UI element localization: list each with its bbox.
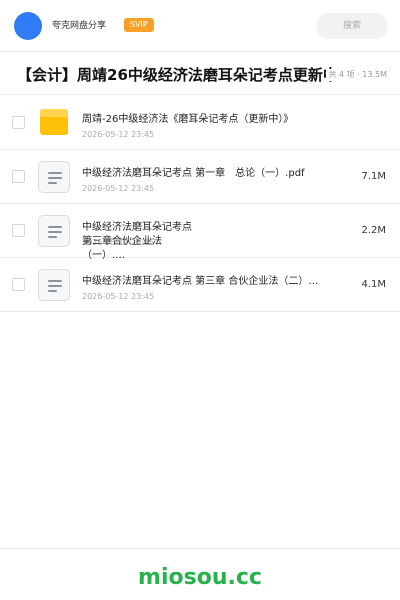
- select-checkbox[interactable]: [12, 170, 25, 183]
- file-row[interactable]: 周靖-26中级经济法《磨耳朵记考点（更新中）》 2026-05-12 23:45: [0, 96, 400, 150]
- file-row[interactable]: 2026-05-12 23:45 中级经济法磨耳朵记考点 第三章合伙企业法（一）…: [0, 204, 400, 261]
- footer-watermark: miosou.cc: [0, 548, 400, 600]
- top-header: 夸克网盘分享 SVIP 搜索: [0, 0, 400, 52]
- svip-badge: SVIP: [124, 18, 154, 32]
- select-checkbox[interactable]: [12, 278, 25, 291]
- file-row[interactable]: 中级经济法磨耳朵记考点 第三章 合伙企业法（二）… 2026-05-12 23:…: [0, 258, 400, 312]
- file-size: 7.1M: [361, 171, 386, 182]
- file-date: 2026-05-12 23:45: [82, 292, 155, 301]
- avatar[interactable]: [14, 12, 42, 40]
- document-icon: [38, 215, 70, 247]
- file-name[interactable]: 中级经济法磨耳朵记考点 第三章合伙企业法（一）.…: [82, 221, 192, 263]
- file-date: 2026-05-12 23:45: [82, 130, 155, 139]
- site-brand[interactable]: miosou.cc: [0, 565, 400, 591]
- share-title-bar: 【会计】周靖26中级经济法磨耳朵记考点更新中 共 4 项 · 13.5M: [0, 53, 400, 95]
- select-checkbox[interactable]: [12, 116, 25, 129]
- search-input[interactable]: 搜索: [316, 13, 388, 39]
- file-row[interactable]: 中级经济法磨耳朵记考点 第一章 总论（一）.pdf 2026-05-12 23:…: [0, 150, 400, 204]
- document-icon: [38, 269, 70, 301]
- document-icon: [38, 161, 70, 193]
- file-name[interactable]: 中级经济法磨耳朵记考点 第三章 合伙企业法（二）…: [82, 275, 337, 289]
- folder-icon: [40, 109, 68, 135]
- file-size: 4.1M: [361, 279, 386, 290]
- share-meta: 共 4 项 · 13.5M: [326, 69, 387, 81]
- file-size: 2.2M: [361, 225, 386, 236]
- file-name[interactable]: 中级经济法磨耳朵记考点 第一章 总论（一）.pdf: [82, 167, 305, 181]
- file-date: 2026-05-12 23:45: [82, 184, 155, 193]
- sharer-name: 夸克网盘分享: [52, 21, 107, 31]
- file-name[interactable]: 周靖-26中级经济法《磨耳朵记考点（更新中）》: [82, 113, 293, 127]
- select-checkbox[interactable]: [12, 224, 25, 237]
- share-title: 【会计】周靖26中级经济法磨耳朵记考点更新中: [17, 66, 338, 84]
